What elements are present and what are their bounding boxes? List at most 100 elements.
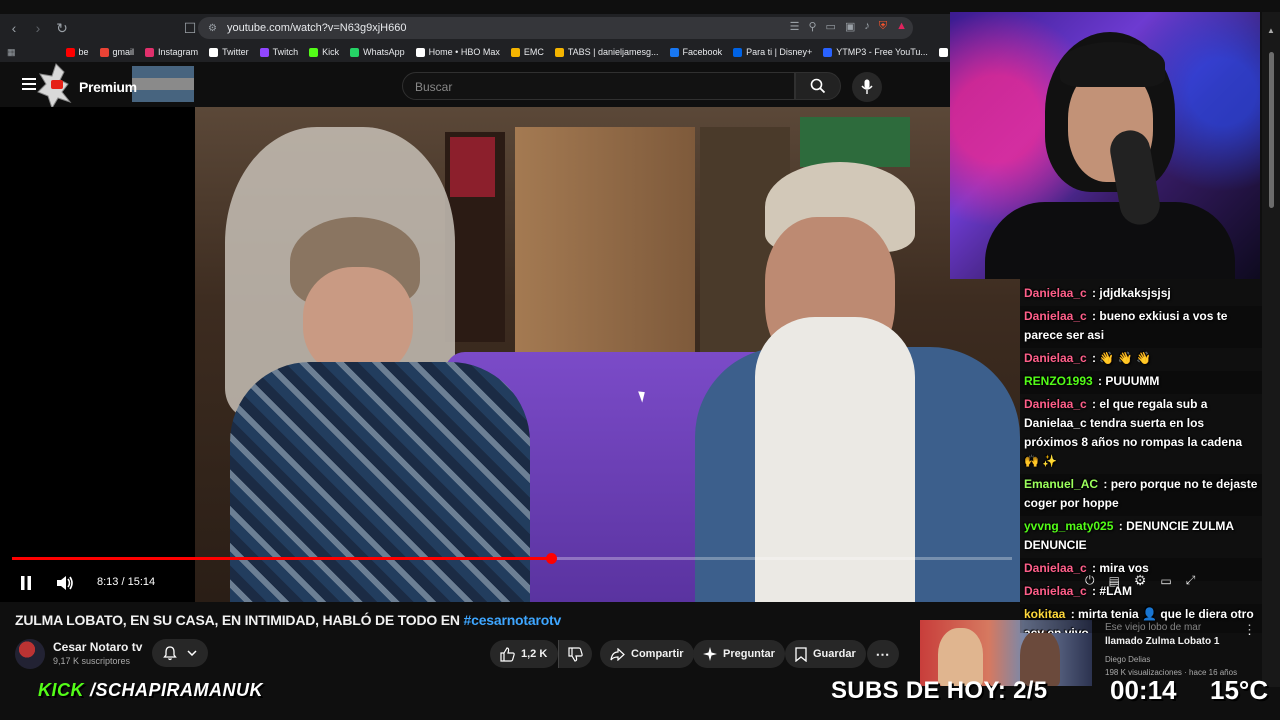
scrollbar-thumb[interactable] bbox=[1269, 52, 1274, 208]
volume-icon[interactable] bbox=[56, 575, 74, 591]
bookmark-item[interactable]: Facebook bbox=[669, 47, 723, 57]
chat-separator: : bbox=[1088, 584, 1100, 598]
search-input[interactable]: Buscar bbox=[402, 72, 795, 100]
chat-username[interactable]: Danielaa_c bbox=[1024, 286, 1087, 300]
bookmark-favicon-icon bbox=[99, 47, 109, 57]
chat-separator: : bbox=[1088, 397, 1100, 411]
chat-username[interactable]: Danielaa_c bbox=[1024, 309, 1087, 323]
subscription-bell-button[interactable] bbox=[152, 639, 208, 667]
sparkle-icon bbox=[703, 647, 717, 661]
stream-frame: ‹ › ↻ ☐ ⚙ youtube.com/watch?v=N63g9xjH66… bbox=[0, 0, 1280, 720]
progress-played bbox=[12, 557, 551, 560]
bookmark-item[interactable]: Home • HBO Max bbox=[415, 47, 500, 57]
scroll-up-icon[interactable]: ▲ bbox=[1267, 26, 1275, 35]
bookmark-favicon-icon bbox=[309, 47, 319, 57]
reload-icon[interactable]: ↻ bbox=[52, 18, 72, 38]
chat-separator: : bbox=[1088, 286, 1100, 300]
chat-message: Danielaa_c : #LAM bbox=[1020, 581, 1262, 604]
search-button[interactable] bbox=[795, 72, 841, 100]
chat-text: 👋 👋 👋 bbox=[1099, 351, 1151, 365]
progress-scrubber[interactable] bbox=[546, 553, 557, 564]
channel-name[interactable]: Cesar Notaro tv bbox=[53, 640, 142, 654]
bookmark-item[interactable]: Twitter bbox=[209, 47, 249, 57]
chat-username[interactable]: yvvng_maty025 bbox=[1024, 519, 1113, 533]
pause-icon[interactable] bbox=[20, 576, 32, 590]
microphone-icon bbox=[861, 79, 873, 94]
video-progress-bar[interactable] bbox=[12, 553, 1012, 564]
apps-icon[interactable]: ▦ bbox=[7, 47, 16, 58]
address-bar-icons: ☰ ⚲ ▭ ▣ ♪ ⛨ ▲ bbox=[790, 20, 907, 33]
video-player[interactable]: 8:13 / 15:14 bbox=[0, 107, 1020, 602]
share-label: Compartir bbox=[631, 648, 684, 660]
back-icon[interactable]: ‹ bbox=[4, 18, 24, 38]
chat-text: PUUUMM bbox=[1105, 374, 1160, 388]
forward-icon[interactable]: › bbox=[28, 18, 48, 38]
premium-label: Premium bbox=[79, 79, 137, 95]
chat-username[interactable]: RENZO1993 bbox=[1024, 374, 1093, 388]
more-actions-button[interactable]: ⋯ bbox=[867, 640, 899, 668]
chat-username[interactable]: Danielaa_c bbox=[1024, 397, 1087, 411]
bookmark-favicon-icon bbox=[669, 47, 679, 57]
brave-shield-icon[interactable]: ⛨ bbox=[879, 20, 887, 33]
chat-username[interactable]: Danielaa_c bbox=[1024, 351, 1087, 365]
chat-username[interactable]: Danielaa_c bbox=[1024, 561, 1087, 575]
chat-message: Emanuel_AC : pero porque no te dejaste c… bbox=[1020, 474, 1262, 516]
subs-goal-counter: SUBS DE HOY: 2/5 bbox=[831, 677, 1048, 704]
translate-icon[interactable]: ☰ bbox=[790, 20, 800, 33]
screenshot-icon[interactable]: ▣ bbox=[845, 20, 855, 33]
save-button[interactable]: Guardar bbox=[785, 640, 866, 668]
address-bar[interactable]: ⚙ youtube.com/watch?v=N63g9xjH660 ☰ ⚲ ▭ … bbox=[198, 17, 913, 39]
bookmarks-bar: ▦ be gmail Instagram Twitter Twitch Kick Whats… bbox=[0, 42, 950, 62]
bookmark-item[interactable]: PS4 Archives - D bbox=[938, 47, 950, 57]
bookmark-item[interactable]: Para ti | Disney+ bbox=[733, 47, 812, 57]
rewards-icon[interactable]: ▲ bbox=[896, 20, 907, 33]
bookmark-favicon-icon bbox=[209, 47, 219, 57]
chat-separator: : bbox=[1088, 351, 1100, 365]
chat-username[interactable]: kokitaa bbox=[1024, 607, 1065, 621]
share-button[interactable]: Compartir bbox=[600, 640, 694, 668]
video-title-text: ZULMA LOBATO, EN SU CASA, EN INTIMIDAD, … bbox=[15, 612, 464, 628]
bookmark-label: TABS | danieljamesg... bbox=[567, 47, 659, 57]
bookmark-star-icon[interactable]: ☐ bbox=[180, 18, 200, 38]
bookmark-item[interactable]: gmail bbox=[99, 47, 134, 57]
save-label: Guardar bbox=[813, 648, 856, 660]
bookmark-item[interactable]: Kick bbox=[309, 47, 339, 57]
bookmark-favicon-icon bbox=[938, 47, 948, 57]
music-icon[interactable]: ♪ bbox=[864, 20, 870, 33]
zoom-icon[interactable]: ⚲ bbox=[808, 20, 816, 33]
bookmark-item[interactable]: EMC bbox=[510, 47, 544, 57]
bookmark-item[interactable]: WhatsApp bbox=[350, 47, 405, 57]
bookmark-label: Facebook bbox=[682, 47, 723, 57]
bookmark-favicon-icon bbox=[259, 47, 269, 57]
site-info-icon[interactable]: ⚙ bbox=[208, 23, 217, 34]
voice-search-button[interactable] bbox=[852, 72, 882, 102]
streamer-webcam bbox=[950, 12, 1260, 279]
bookmark-item[interactable]: TABS | danieljamesg... bbox=[554, 47, 659, 57]
bookmark-favicon-icon bbox=[65, 47, 75, 57]
chat-username[interactable]: Emanuel_AC bbox=[1024, 477, 1098, 491]
bookmark-item[interactable]: Twitch bbox=[259, 47, 298, 57]
chat-message: RENZO1993 : PUUUMM bbox=[1020, 371, 1262, 394]
bookmark-label: YTMP3 - Free YouTu... bbox=[836, 47, 928, 57]
like-button[interactable]: 1,2 K bbox=[490, 640, 558, 668]
bookmark-label: Home • HBO Max bbox=[428, 47, 500, 57]
chat-username[interactable]: Danielaa_c bbox=[1024, 584, 1087, 598]
dislike-button[interactable] bbox=[558, 640, 592, 668]
bookmark-item[interactable]: YTMP3 - Free YouTu... bbox=[823, 47, 928, 57]
bookmark-item[interactable]: Instagram bbox=[145, 47, 198, 57]
bookmark-label: Kick bbox=[322, 47, 340, 57]
bookmark-favicon-icon bbox=[510, 47, 520, 57]
kick-brand: KICK bbox=[38, 680, 84, 700]
ask-button[interactable]: Preguntar bbox=[693, 640, 785, 668]
chevron-down-icon bbox=[187, 650, 197, 656]
page-scrollbar[interactable]: ▲ bbox=[1262, 12, 1280, 702]
channel-avatar[interactable] bbox=[15, 639, 45, 669]
recommended-channel[interactable]: Diego Delias bbox=[1105, 653, 1265, 666]
bookmark-item[interactable]: be bbox=[65, 47, 89, 57]
youtube-premium-logo[interactable] bbox=[34, 62, 84, 110]
video-hashtag-link[interactable]: #cesarnotarotv bbox=[464, 612, 562, 628]
share-icon bbox=[610, 647, 625, 661]
chat-separator: : bbox=[1088, 309, 1100, 323]
bookmark-label: Instagram bbox=[158, 47, 199, 57]
cast-icon[interactable]: ▭ bbox=[826, 20, 836, 33]
